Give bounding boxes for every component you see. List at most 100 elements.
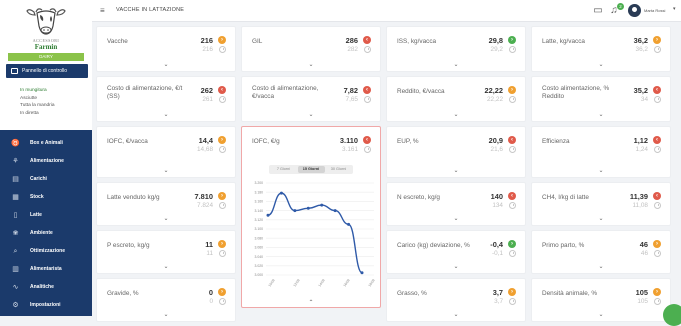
user-name[interactable]: Marta Rossi [644, 8, 665, 13]
data-point[interactable] [306, 206, 310, 210]
chevron-down-icon[interactable]: ⌄ [532, 61, 670, 68]
kpi-card[interactable]: Reddito, €/vacca 22,22 22,22 › ⌄ [386, 76, 526, 122]
avatar[interactable] [628, 4, 641, 17]
status-orange-icon: › [508, 288, 516, 296]
kpi-card[interactable]: Carico (kg) deviazione, % -0,4 -0,1 › ⌄ [386, 230, 526, 274]
data-point[interactable] [360, 271, 364, 275]
kpi-previous-value: 0 [209, 298, 213, 305]
kpi-card[interactable]: Costo di alimentazione, €/t (SS) 262 261 ‹ ⌄ [96, 76, 236, 122]
tab-period-0[interactable]: 7 Giorni [270, 166, 297, 173]
kpi-card[interactable]: Grasso, % 3,7 3,7 › ⌄ [386, 278, 526, 322]
data-point[interactable] [266, 213, 270, 217]
sidebar-item-milk[interactable]: ▯ Latte [0, 209, 92, 222]
chevron-down-icon[interactable]: ⌄ [242, 111, 380, 118]
menu-toggle-icon[interactable]: ≡ [100, 6, 105, 16]
sidebar-item-optimization[interactable]: ⌕ Ottimizzazione [0, 245, 92, 258]
tab-period-2[interactable]: 30 Giorni [325, 166, 352, 173]
kpi-card[interactable]: N escreto, kg/g 140 134 ‹ ⌄ [386, 182, 526, 226]
chevron-down-icon[interactable]: ⌄ [532, 215, 670, 222]
kpi-card[interactable]: Latte, kg/vacca 36,2 36,2 › ⌄ [531, 26, 671, 72]
kpi-previous-value: 11 [206, 250, 213, 257]
tab-period-1[interactable]: 15 Giorni [297, 166, 325, 173]
kpi-label: Latte venduto kg/g [107, 194, 160, 201]
sub-item-milking[interactable]: In mungitura [20, 87, 54, 95]
chevron-down-icon[interactable]: ⌄ [387, 111, 525, 118]
chevron-down-icon[interactable]: ⌄ [387, 311, 525, 318]
kpi-previous-value: 22,22 [487, 96, 503, 103]
sidebar-item-stock[interactable]: ▦ Stock [0, 191, 92, 204]
kpi-card[interactable]: Vacche 216 216 › ⌄ [96, 26, 236, 72]
monitor-icon [11, 68, 18, 74]
message-icon[interactable]: ▭ [592, 5, 604, 17]
sidebar-item-loads[interactable]: ▤ Carichi [0, 173, 92, 186]
chevron-down-icon[interactable]: ⌄ [97, 111, 235, 118]
kpi-value: 7,82 [343, 86, 358, 95]
data-point[interactable] [279, 191, 283, 195]
chevron-down-icon[interactable]: ⌄ [97, 311, 235, 318]
chevron-down-icon[interactable]: ⌄ [242, 61, 380, 68]
kpi-card[interactable]: Densità animale, % 105 105 › ⌄ [531, 278, 671, 322]
kpi-card[interactable]: Primo parto, % 46 46 › ⌄ [531, 230, 671, 274]
kpi-label: GIL [252, 38, 263, 45]
clock-icon [509, 202, 516, 209]
data-point[interactable] [320, 203, 324, 207]
chevron-down-icon[interactable]: ⌄ [532, 111, 670, 118]
kpi-value: 3,7 [492, 288, 503, 297]
kpi-value: 1,12 [633, 136, 648, 145]
chevron-down-icon[interactable]: ⌄ [97, 263, 235, 270]
kpi-card[interactable]: P escreto, kg/g 11 11 › ⌄ [96, 230, 236, 274]
chevron-down-icon[interactable]: ⌄ [387, 167, 525, 174]
stock-icon: ▦ [12, 194, 19, 201]
chevron-up-icon[interactable]: ⌃ [242, 299, 380, 306]
chevron-down-icon[interactable]: ⌄ [532, 263, 670, 270]
sidebar-item-environment[interactable]: ❀ Ambiente [0, 227, 92, 240]
chevron-down-icon[interactable]: ⌄ [97, 167, 235, 174]
data-point[interactable] [333, 209, 337, 213]
chevron-down-icon[interactable]: ⌄ [387, 61, 525, 68]
brand-name: Farmin [34, 43, 58, 51]
data-point[interactable] [293, 209, 297, 213]
sidebar-item-nutritionist[interactable]: ▥ Alimentarista [0, 263, 92, 276]
kpi-card[interactable]: IOFC, €/g 3.110 3.161 ‹ 7 Giorni 15 Giorni 30 … [241, 126, 381, 308]
kpi-card[interactable]: Efficienza 1,12 1,24 ‹ ⌄ [531, 126, 671, 178]
kpi-previous-value: 3.161 [342, 146, 358, 153]
sidebar-item-label: Impostazioni [30, 302, 61, 308]
clock-icon [509, 96, 516, 103]
kpi-card[interactable]: EUP, % 20,9 21,6 ‹ ⌄ [386, 126, 526, 178]
chevron-down-icon[interactable]: ▾ [673, 6, 676, 12]
kpi-card[interactable]: Costo alimentazione, % Reddito 35,2 34 ‹ ⌄ [531, 76, 671, 122]
sidebar-item-analytics[interactable]: ∿ Analitiche [0, 281, 92, 294]
kpi-card[interactable]: IOFC, €/vacca 14,4 14,68 › ⌄ [96, 126, 236, 178]
chevron-down-icon[interactable]: ⌄ [387, 263, 525, 270]
floating-action-button[interactable] [663, 304, 681, 326]
chevron-down-icon[interactable]: ⌄ [532, 311, 670, 318]
sidebar-item-feeding[interactable]: ⚘ Alimentazione [0, 155, 92, 168]
chevron-down-icon[interactable]: ⌄ [387, 215, 525, 222]
kpi-card[interactable]: ISS, kg/vacca 29,8 29,2 › ⌄ [386, 26, 526, 72]
x-tick-label: 18/08 [368, 278, 376, 287]
sub-item-live[interactable]: In diretta [20, 110, 54, 118]
y-tick-label: 3.100 [255, 227, 264, 231]
kpi-card[interactable]: Latte venduto kg/g 7.810 7.824 › ⌄ [96, 182, 236, 226]
kpi-card[interactable]: Costo di alimentazione, €/vacca 7,82 7,65 ‹… [241, 76, 381, 122]
sidebar-item-dashboard[interactable]: Pannello di controllo [6, 64, 88, 78]
sidebar-item-label: Pannello di controllo [22, 68, 68, 74]
chevron-down-icon[interactable]: ⌄ [532, 167, 670, 174]
kpi-card[interactable]: GIL 286 282 ‹ ⌄ [241, 26, 381, 72]
chevron-down-icon[interactable]: ⌄ [97, 215, 235, 222]
clock-icon [654, 46, 661, 53]
feed-icon: ⚘ [12, 158, 19, 165]
kpi-value: 20,9 [488, 136, 503, 145]
kpi-card[interactable]: CH4, l/kg di latte 11,39 11,08 ‹ ⌄ [531, 182, 671, 226]
sidebar-item-box-animals[interactable]: ♉ Box e Animali [0, 137, 92, 150]
chevron-down-icon[interactable]: ⌄ [97, 61, 235, 68]
kpi-previous-value: 34 [640, 96, 648, 103]
sidebar-item-settings[interactable]: ⚙ Impostazioni [0, 299, 92, 312]
clock-icon [654, 146, 661, 153]
sub-item-dry[interactable]: Asciutte [20, 95, 54, 103]
y-tick-label: 3.020 [255, 264, 264, 268]
status-orange-icon: › [218, 240, 226, 248]
kpi-card[interactable]: Gravide, % 0 0 › ⌄ [96, 278, 236, 322]
data-point[interactable] [347, 222, 351, 226]
sub-item-herd[interactable]: Tutta la mandria [20, 102, 54, 110]
